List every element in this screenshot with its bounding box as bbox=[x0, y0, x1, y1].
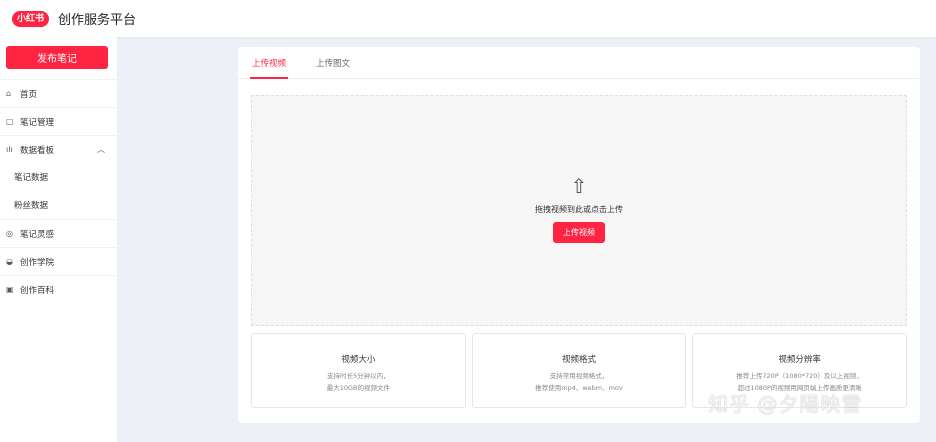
app-title: 创作服务平台 bbox=[58, 13, 137, 28]
sidebar-item-label: 创作学院 bbox=[20, 257, 55, 268]
info-title: 视频分辨率 bbox=[778, 355, 821, 365]
info-card-size: 视频大小支持时长5分钟以内， 最大10GB的视频文件 bbox=[251, 333, 466, 408]
sidebar-item-label: 笔记灵感 bbox=[20, 229, 55, 240]
chart-icon: ılı bbox=[6, 145, 13, 154]
sidebar-item-label: 笔记数据 bbox=[14, 173, 49, 183]
sidebar-item-label: 笔记管理 bbox=[20, 117, 55, 128]
academy-icon: ◒ bbox=[6, 257, 13, 266]
sidebar-item-label: 粉丝数据 bbox=[14, 201, 49, 211]
info-title: 视频大小 bbox=[341, 355, 376, 365]
info-line: 推荐上传720P（1080*720）及以上视频， bbox=[736, 372, 863, 380]
chevron-up-icon[interactable]: ︿ bbox=[97, 144, 105, 155]
tab-upload-image-text[interactable]: 上传图文 bbox=[314, 47, 352, 79]
watermark: 知乎 @夕陽映雪 bbox=[708, 392, 863, 416]
sidebar-item-label: 数据看板 bbox=[20, 145, 55, 156]
tab-bar: 上传视频 上传图文 bbox=[238, 47, 920, 79]
sidebar-item-wiki[interactable]: ▣ 创作百科 bbox=[0, 275, 117, 303]
sidebar-item-fan-data[interactable]: 粉丝数据 bbox=[0, 191, 117, 219]
wiki-icon: ▣ bbox=[6, 285, 14, 294]
header: 小红书 创作服务平台 bbox=[0, 0, 936, 37]
tab-upload-video[interactable]: 上传视频 bbox=[250, 47, 289, 79]
sidebar: 发布笔记 ⌂ 首页 ▢ 笔记管理 ılı 数据看板 ︿ 笔记数据 粉丝数据 ◎ 笔记灵感 … bbox=[0, 37, 117, 442]
sidebar-item-home[interactable]: ⌂ 首页 bbox=[0, 79, 117, 107]
publish-note-button[interactable]: 发布笔记 bbox=[6, 46, 108, 69]
info-title: 视频格式 bbox=[562, 355, 597, 365]
info-card-format: 视频格式支持常用视频格式， 推荐使用mp4、webm、mov bbox=[471, 333, 687, 408]
info-line: 最大10GB的视频文件 bbox=[326, 384, 390, 392]
info-line: 支持常用视频格式， bbox=[549, 372, 609, 380]
sidebar-item-data-board[interactable]: ılı 数据看板 ︿ bbox=[0, 135, 117, 163]
home-icon: ⌂ bbox=[6, 89, 12, 98]
sidebar-item-inspiration[interactable]: ◎ 笔记灵感 bbox=[0, 219, 117, 247]
sidebar-item-note-data[interactable]: 笔记数据 bbox=[0, 163, 117, 191]
inspiration-icon: ◎ bbox=[6, 229, 13, 238]
sidebar-item-label: 创作百科 bbox=[20, 285, 55, 296]
logo[interactable]: 小红书 bbox=[12, 10, 50, 27]
sidebar-item-academy[interactable]: ◒ 创作学院 bbox=[0, 247, 117, 275]
sidebar-item-note-management[interactable]: ▢ 笔记管理 bbox=[0, 107, 117, 135]
info-line: 推荐使用mp4、webm、mov bbox=[535, 384, 623, 392]
drop-hint: 拖拽视频到此或点击上传 bbox=[535, 205, 623, 214]
sidebar-item-label: 首页 bbox=[20, 89, 38, 100]
upload-video-button[interactable]: 上传视频 bbox=[553, 222, 605, 243]
sidebar-nav: ⌂ 首页 ▢ 笔记管理 ılı 数据看板 ︿ 笔记数据 粉丝数据 ◎ 笔记灵感 ◒ 创作学院… bbox=[0, 79, 117, 303]
upload-icon: ⇧ bbox=[570, 174, 588, 198]
info-line: 支持时长5分钟以内， bbox=[327, 372, 390, 380]
note-icon: ▢ bbox=[6, 117, 14, 126]
upload-drop-zone[interactable]: ⇧ 拖拽视频到此或点击上传 上传视频 bbox=[251, 95, 907, 326]
upload-card: 上传视频 上传图文 ⇧ 拖拽视频到此或点击上传 上传视频 视频大小支持时长5分钟… bbox=[238, 47, 920, 423]
